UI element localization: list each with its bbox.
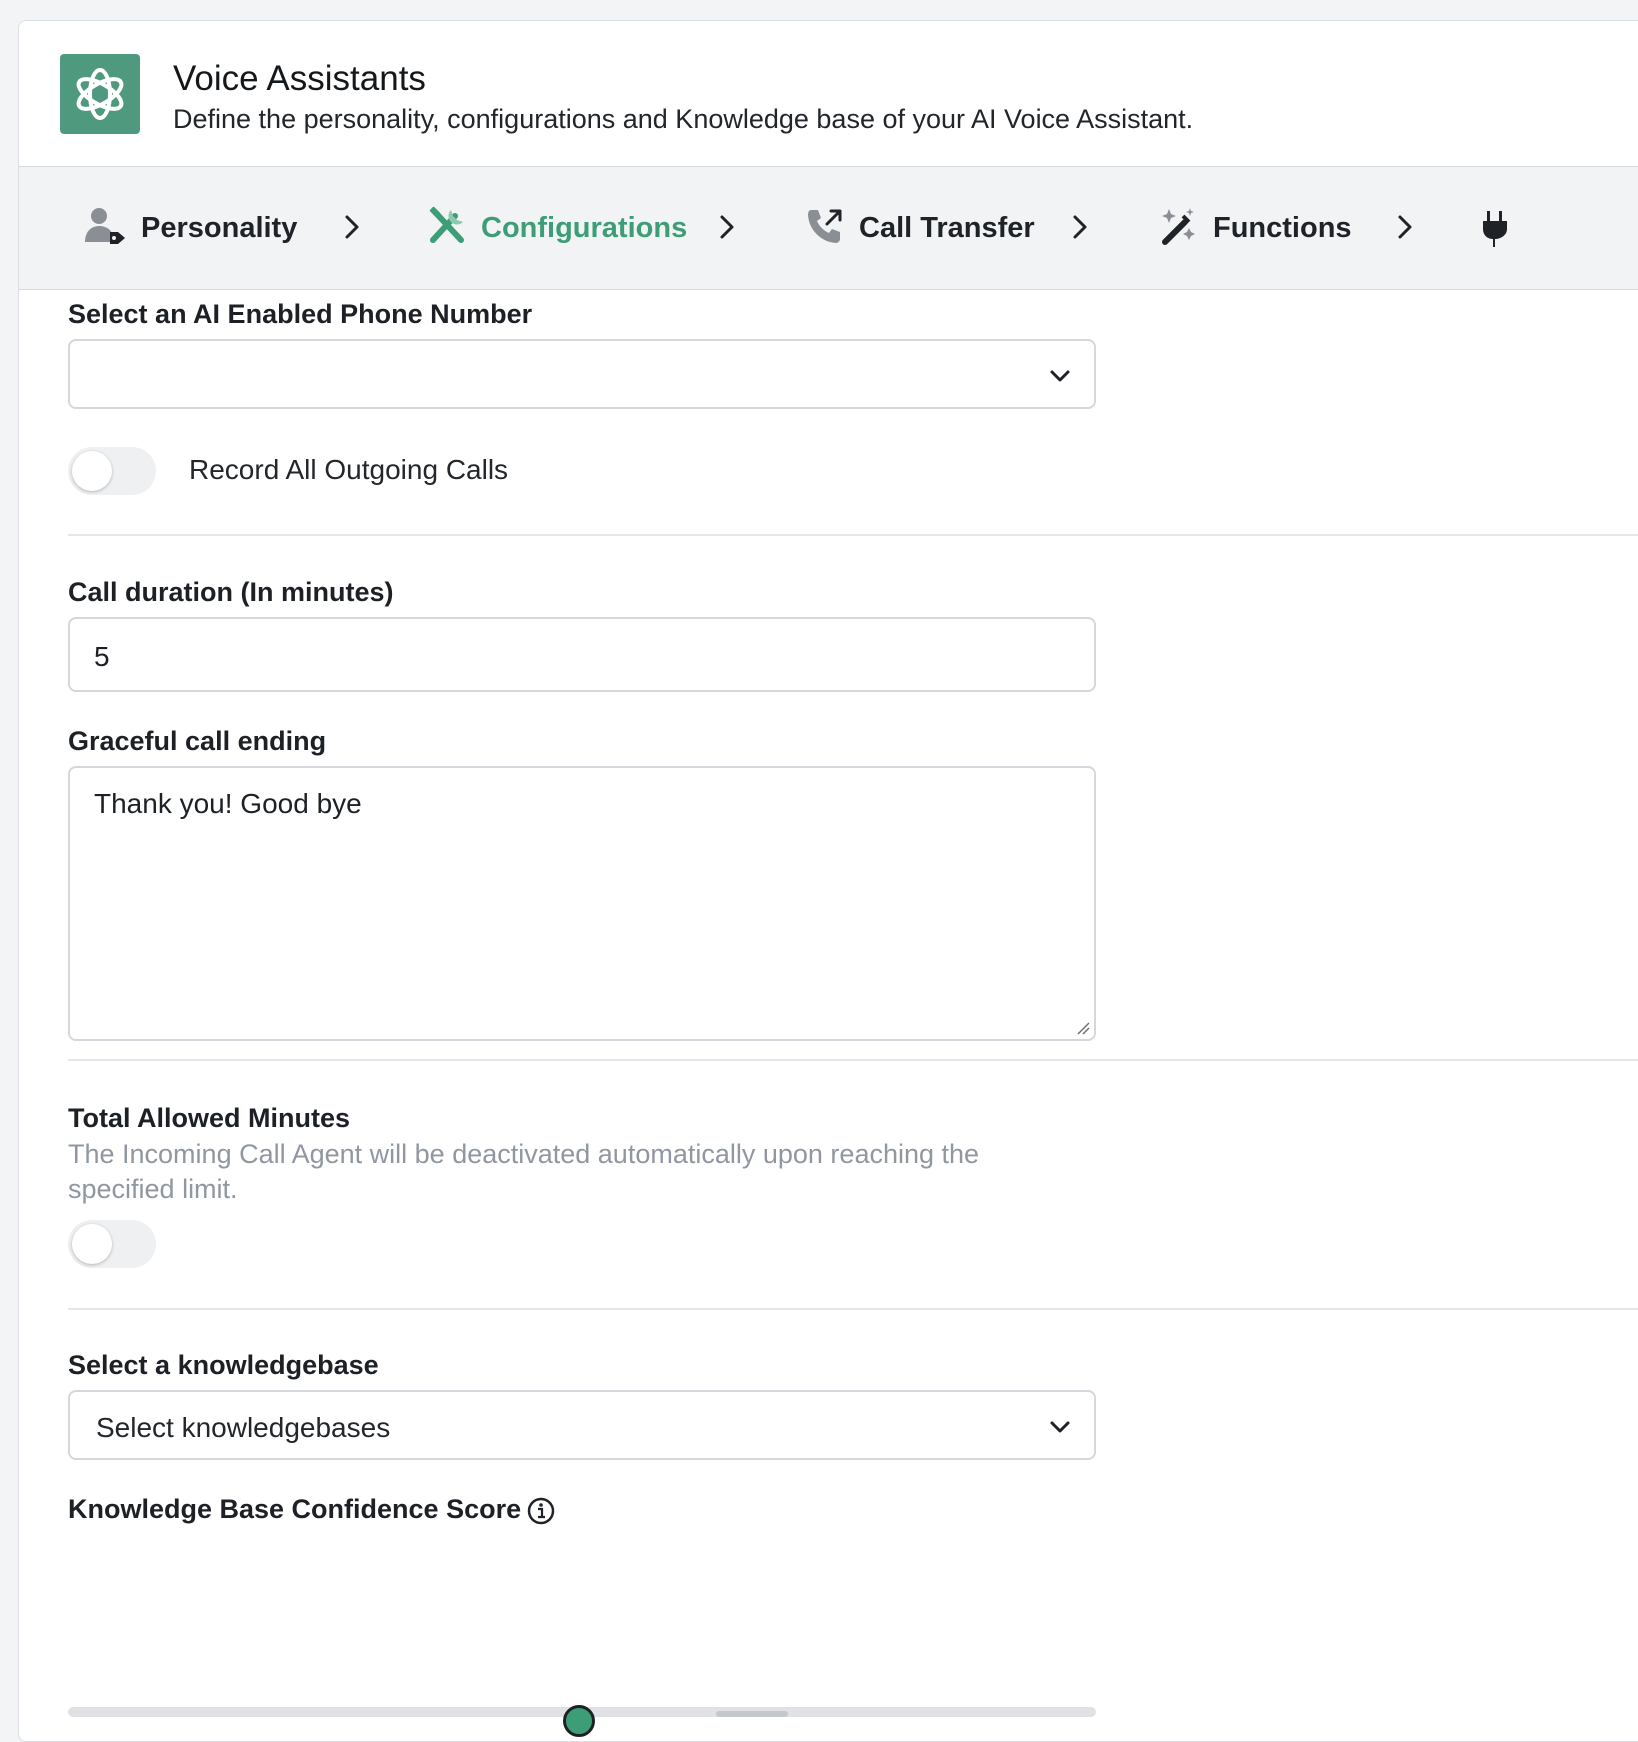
knowledgebase-select[interactable]: Select knowledgebases <box>68 1390 1096 1460</box>
confidence-slider-mark <box>716 1711 788 1717</box>
call-duration-label: Call duration (In minutes) <box>68 577 394 607</box>
graceful-ending-label: Graceful call ending <box>68 726 327 756</box>
chevron-down-icon <box>1050 1421 1070 1433</box>
section-divider <box>68 534 1638 536</box>
confidence-label: Knowledge Base Confidence Score <box>68 1494 522 1524</box>
chevron-right-icon <box>1398 215 1412 239</box>
chevron-right-icon <box>345 215 359 239</box>
chevron-down-icon <box>1050 370 1070 382</box>
page-header: Voice Assistants Define the personality,… <box>19 21 1638 167</box>
step-call-transfer[interactable]: Call Transfer <box>805 167 1035 289</box>
record-calls-label: Record All Outgoing Calls <box>189 454 509 485</box>
section-divider <box>68 1059 1638 1061</box>
voice-assistant-card: Voice Assistants Define the personality,… <box>18 20 1638 1742</box>
toggle-knob <box>72 451 112 491</box>
section-divider <box>68 1308 1638 1310</box>
call-duration-value: 5 <box>94 641 110 672</box>
phone-number-label: Select an AI Enabled Phone Number <box>68 299 533 329</box>
total-minutes-toggle[interactable] <box>68 1220 156 1268</box>
total-minutes-label: Total Allowed Minutes <box>68 1103 350 1133</box>
step-label: Call Transfer <box>859 211 1035 244</box>
step-label: Personality <box>141 211 298 244</box>
page-title: Voice Assistants <box>173 59 426 98</box>
knowledgebase-placeholder: Select knowledgebases <box>96 1412 391 1443</box>
info-circle-icon[interactable] <box>526 1496 556 1531</box>
confidence-slider-thumb[interactable] <box>563 1705 595 1737</box>
record-calls-toggle[interactable] <box>68 447 156 495</box>
phone-forward-icon <box>805 206 845 251</box>
toggle-knob <box>72 1224 112 1264</box>
user-tag-icon <box>83 206 127 251</box>
tools-icon <box>427 206 467 251</box>
knowledgebase-label: Select a knowledgebase <box>68 1350 379 1380</box>
magic-wand-icon <box>1159 206 1199 251</box>
total-minutes-help: The Incoming Call Agent will be deactiva… <box>68 1139 980 1204</box>
graceful-ending-value: Thank you! Good bye <box>94 788 362 819</box>
step-label: Configurations <box>481 211 688 244</box>
step-configurations[interactable]: Configurations <box>427 167 687 289</box>
chevron-right-icon <box>1073 215 1087 239</box>
openai-logo-icon <box>60 54 140 134</box>
step-functions[interactable]: Functions <box>1159 167 1352 289</box>
step-label: Functions <box>1213 211 1352 244</box>
resize-handle-icon[interactable] <box>1076 1021 1090 1035</box>
page-subtitle: Define the personality, configurations a… <box>173 104 1194 134</box>
graceful-ending-textarea[interactable]: Thank you! Good bye <box>68 766 1096 1041</box>
steps-nav: Personality Configurations Call Transfer… <box>19 167 1638 290</box>
phone-number-select[interactable] <box>68 339 1096 409</box>
call-duration-input[interactable]: 5 <box>68 617 1096 692</box>
plug-icon[interactable] <box>1481 209 1511 254</box>
step-personality[interactable]: Personality <box>83 167 297 289</box>
chevron-right-icon <box>720 215 734 239</box>
